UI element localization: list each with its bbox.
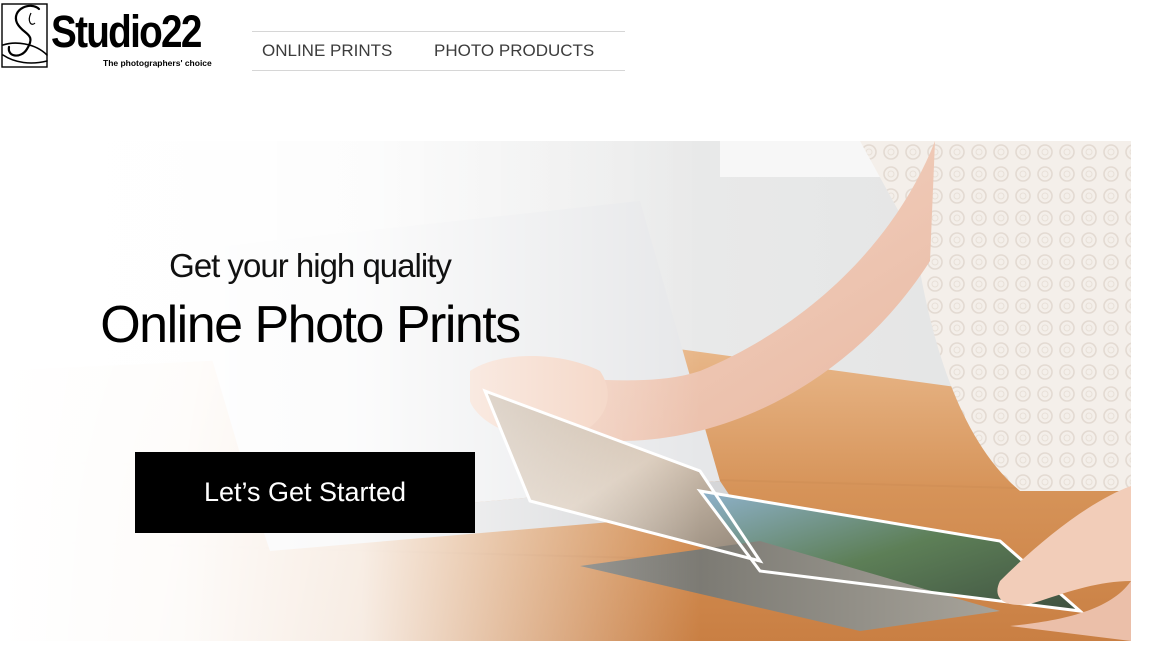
nav-item-online-prints[interactable]: ONLINE PRINTS xyxy=(262,32,392,70)
page: Studio22 The photographers' choice ONLIN… xyxy=(0,0,1158,650)
logo-tagline: The photographers' choice xyxy=(103,58,212,68)
nav-item-photo-products[interactable]: PHOTO PRODUCTS xyxy=(434,32,594,70)
studio22-logo[interactable]: Studio22 The photographers' choice xyxy=(1,3,217,69)
logo-wordmark: Studio22 xyxy=(51,6,202,57)
hero-banner: Get your high quality Online Photo Print… xyxy=(0,141,1131,641)
get-started-button[interactable]: Let’s Get Started xyxy=(135,452,475,533)
signature-s-icon xyxy=(1,3,48,68)
hero-subtitle: Get your high quality xyxy=(169,247,452,284)
hero-fade-overlay xyxy=(0,141,1131,641)
hero-title: Online Photo Prints xyxy=(100,296,521,354)
main-nav: ONLINE PRINTS PHOTO PRODUCTS xyxy=(252,31,625,71)
